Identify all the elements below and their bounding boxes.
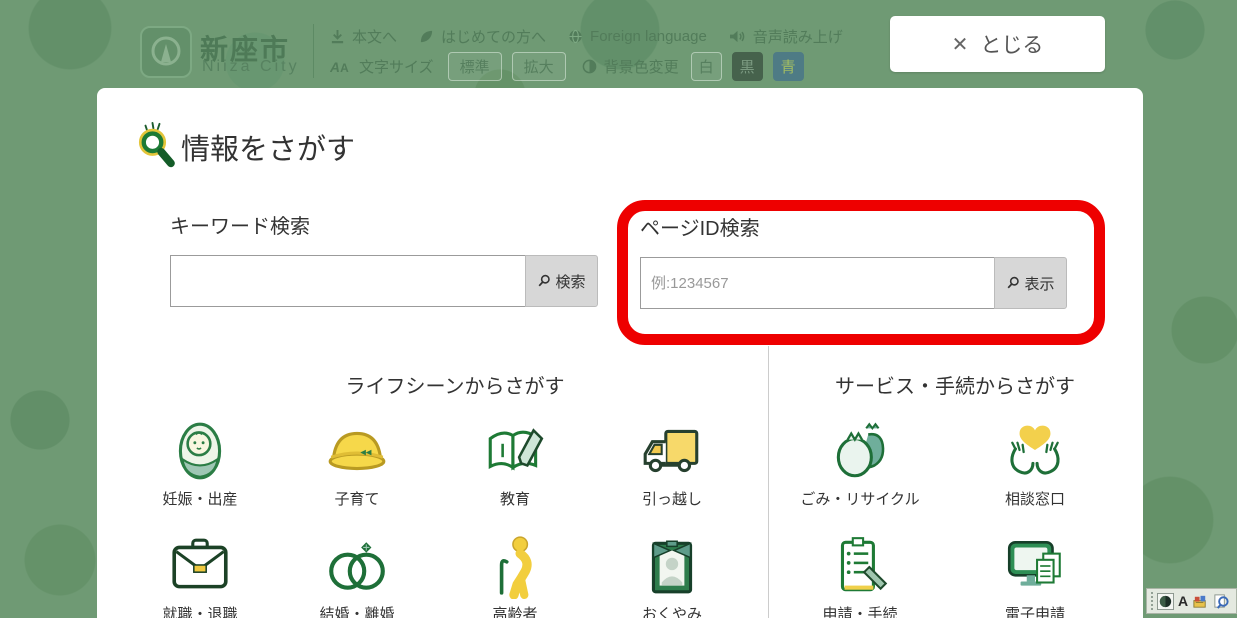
text-size-enlarge-button[interactable]: 拡大 <box>512 52 566 81</box>
tile-label: 結婚・離婚 <box>297 603 417 618</box>
nav-foreign-language[interactable]: Foreign language <box>568 28 707 45</box>
tile-condolence[interactable]: おくやみ <box>612 533 732 618</box>
ime-tools-icon[interactable] <box>1192 593 1209 610</box>
bg-color-control: 背景色変更 <box>582 56 679 77</box>
header-nav-row-2: A A 文字サイズ 標準 拡大 背景色変更 白 黒 青 <box>330 52 814 81</box>
tile-label: 申請・手続 <box>800 603 920 618</box>
nav-label: 本文へ <box>352 26 397 47</box>
tile-label: 電子申請 <box>975 603 1095 618</box>
tile-application-procedure[interactable]: 申請・手続 <box>800 533 920 618</box>
tile-pregnancy-birth[interactable]: 妊娠・出産 <box>140 418 260 509</box>
tile-label: 子育て <box>297 488 417 509</box>
close-icon: ✕ <box>952 32 969 57</box>
magnifier-icon <box>1006 276 1020 290</box>
column-divider <box>768 346 769 618</box>
ime-language-bar[interactable]: A <box>1146 588 1237 614</box>
header-nav-row-1: 本文へ はじめての方へ Foreign language 音声読み上げ <box>330 26 865 47</box>
speaker-icon <box>729 29 746 44</box>
tile-education[interactable]: 教育 <box>455 418 575 509</box>
contrast-icon <box>582 59 597 74</box>
ime-search-doc-icon[interactable] <box>1213 593 1230 610</box>
bg-white-button[interactable]: 白 <box>691 52 722 81</box>
page-id-search-row: 表示 <box>640 257 1067 309</box>
nav-text-to-speech[interactable]: 音声読み上げ <box>729 26 843 47</box>
page-id-search-button[interactable]: 表示 <box>994 257 1067 309</box>
niiza-city-logo-icon <box>146 32 186 72</box>
keyword-search-row: 検索 <box>170 255 598 307</box>
bg-color-label: 背景色変更 <box>604 56 679 77</box>
niiza-city-logo[interactable] <box>140 26 192 78</box>
nav-label: はじめての方へ <box>441 26 546 47</box>
tile-child-raising[interactable]: 子育て <box>297 418 417 509</box>
keyword-search-label: キーワード検索 <box>170 210 310 239</box>
tile-garbage-recycling[interactable]: ごみ・リサイクル <box>785 418 935 509</box>
clipboard-pencil-icon <box>827 533 893 599</box>
close-button-label: とじる <box>980 29 1043 59</box>
nav-label: 音声読み上げ <box>753 26 843 47</box>
briefcase-icon <box>167 533 233 599</box>
page-title: 情報をさがす <box>181 126 355 168</box>
tile-label: 教育 <box>455 488 575 509</box>
search-modal: 情報をさがす キーワード検索 検索 ページID検索 表示 ライフシーンからさがす… <box>97 88 1143 618</box>
e-application-icon <box>1002 533 1068 599</box>
tile-label: 引っ越し <box>612 488 732 509</box>
font-size-icon: A A <box>330 59 352 74</box>
magnifier-icon <box>537 274 551 288</box>
tile-marriage-divorce[interactable]: 結婚・離婚 <box>297 533 417 618</box>
keyword-search-input[interactable] <box>170 255 525 307</box>
book-pencil-icon <box>482 418 548 484</box>
nav-first-time[interactable]: はじめての方へ <box>419 26 546 47</box>
rings-icon <box>324 533 390 599</box>
elderly-icon <box>482 533 548 599</box>
tile-moving[interactable]: 引っ越し <box>612 418 732 509</box>
hands-heart-icon <box>1002 418 1068 484</box>
services-header: サービス・手続からさがす <box>787 370 1123 399</box>
download-icon <box>330 29 345 44</box>
tile-e-application[interactable]: 電子申請 <box>975 533 1095 618</box>
page-id-search-input[interactable] <box>640 257 994 309</box>
input-mode-a-icon[interactable]: A <box>1178 594 1188 608</box>
bg-blue-button[interactable]: 青 <box>773 52 804 81</box>
tile-label: 高齢者 <box>455 603 575 618</box>
search-magnifier-icon <box>135 120 177 173</box>
nav-main-content[interactable]: 本文へ <box>330 26 397 47</box>
leaf-icon <box>419 29 434 44</box>
baby-icon <box>167 418 233 484</box>
tile-consultation[interactable]: 相談窓口 <box>975 418 1095 509</box>
site-subtitle: Niiza City <box>202 58 300 76</box>
tile-employment[interactable]: 就職・退職 <box>140 533 260 618</box>
moving-truck-icon <box>639 418 705 484</box>
tile-label: 妊娠・出産 <box>140 488 260 509</box>
header-divider <box>313 24 314 78</box>
globe-icon <box>568 29 583 44</box>
bg-black-button[interactable]: 黒 <box>732 52 763 81</box>
tile-label: ごみ・リサイクル <box>785 488 935 509</box>
tile-label: 就職・退職 <box>140 603 260 618</box>
tile-label: おくやみ <box>612 603 732 618</box>
tile-label: 相談窓口 <box>975 488 1095 509</box>
ime-mode-icon[interactable] <box>1157 593 1174 610</box>
keyword-search-button[interactable]: 検索 <box>525 255 598 307</box>
svg-text:A: A <box>340 61 349 74</box>
text-size-control: A A 文字サイズ <box>330 56 434 77</box>
life-scene-header: ライフシーンからさがす <box>170 370 740 399</box>
page-id-search-label: ページID検索 <box>640 212 760 241</box>
memorial-icon <box>639 533 705 599</box>
nav-label: Foreign language <box>590 28 707 45</box>
text-size-standard-button[interactable]: 標準 <box>448 52 502 81</box>
text-size-label: 文字サイズ <box>359 56 434 77</box>
trash-bags-icon <box>827 418 893 484</box>
svg-text:A: A <box>330 60 340 74</box>
close-button[interactable]: ✕ とじる <box>890 16 1105 72</box>
school-hat-icon <box>324 418 390 484</box>
ime-drag-handle[interactable] <box>1151 592 1153 610</box>
keyword-search-button-label: 検索 <box>555 271 585 292</box>
page-id-search-button-label: 表示 <box>1024 273 1054 294</box>
tile-elderly[interactable]: 高齢者 <box>455 533 575 618</box>
